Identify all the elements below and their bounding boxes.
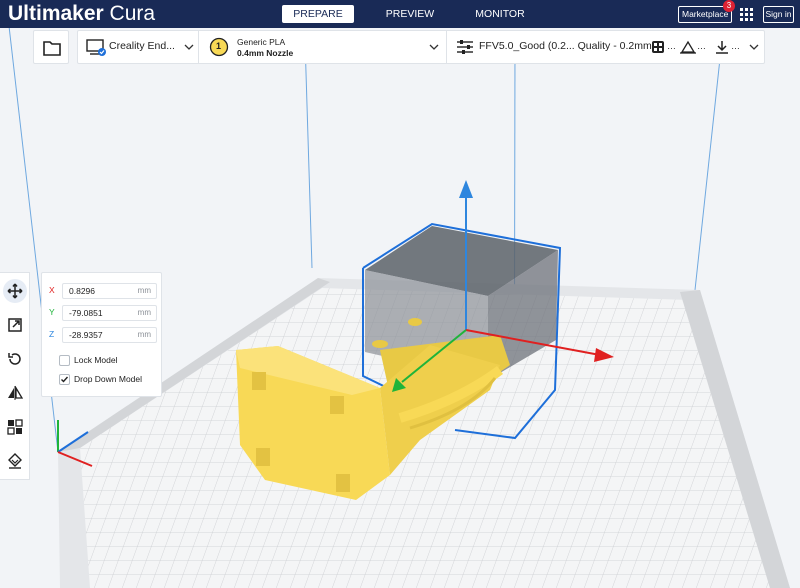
app-logo: Ultimaker Cura: [8, 2, 156, 25]
nozzle-size: 0.4mm Nozzle: [237, 48, 294, 58]
checkmark-icon: [61, 376, 69, 383]
app-header: Ultimaker Cura PREPARE PREVIEW MONITOR M…: [0, 0, 800, 28]
extruder-number: 1: [216, 41, 222, 51]
printer-icon: [86, 39, 106, 56]
mirror-tool-button[interactable]: [3, 381, 27, 405]
chevron-down-icon: [749, 44, 759, 50]
rotate-tool-button[interactable]: [3, 347, 27, 371]
lock-model-label: Lock Model: [74, 355, 118, 365]
download-icon: [716, 41, 728, 54]
adhesion-icon: [680, 40, 696, 54]
support-blocker-icon: [8, 453, 22, 469]
y-value: -79.0851: [69, 308, 103, 318]
apps-grid-icon[interactable]: [740, 8, 753, 21]
printer-selector[interactable]: Creality End...: [78, 31, 199, 63]
move-tool-icon: [7, 283, 23, 299]
move-tool-panel: X 0.8296 mm Y -79.0851 mm Z -28.9357 mm …: [41, 272, 162, 397]
ellipsis-icon: …: [731, 41, 740, 51]
support-blocker-button[interactable]: [3, 449, 27, 473]
y-axis-label: Y: [49, 307, 55, 317]
chevron-down-icon: [184, 44, 194, 50]
folder-icon: [43, 41, 61, 56]
z-value: -28.9357: [69, 330, 103, 340]
z-position-input[interactable]: -28.9357 mm: [62, 327, 157, 343]
profile-name: FFV5.0_Good (0.2... Quality - 0.2mm: [479, 40, 652, 52]
support-icon: [652, 41, 664, 53]
per-model-settings-icon: [7, 419, 23, 435]
lock-model-box: [59, 355, 70, 366]
open-file-button[interactable]: [33, 30, 69, 64]
stage-tabs: PREPARE PREVIEW MONITOR: [282, 5, 530, 23]
printer-name: Creality End...: [109, 40, 175, 52]
scale-tool-button[interactable]: [3, 313, 27, 337]
mirror-tool-icon: [8, 385, 23, 400]
chevron-down-icon: [429, 44, 439, 50]
ellipsis-icon: …: [697, 41, 706, 51]
ellipsis-icon: …: [667, 41, 676, 51]
x-axis-label: X: [49, 285, 55, 295]
tab-monitor[interactable]: MONITOR: [470, 5, 530, 23]
settings-sliders-icon: [457, 40, 473, 54]
per-model-settings-button[interactable]: [3, 415, 27, 439]
z-unit: mm: [137, 330, 151, 339]
machine-selector-bar: Creality End... 1 Generic PLA 0.4mm Nozz…: [77, 30, 765, 64]
tool-bar: [0, 272, 30, 480]
y-unit: mm: [137, 308, 151, 317]
drop-down-model-box: [59, 374, 70, 385]
drop-down-model-label: Drop Down Model: [74, 374, 143, 384]
marketplace-badge: 3: [723, 0, 735, 12]
x-value: 0.8296: [69, 286, 95, 296]
scale-tool-icon: [8, 318, 22, 332]
rotate-tool-icon: [8, 353, 21, 365]
x-unit: mm: [137, 286, 151, 295]
sign-in-button[interactable]: Sign in: [763, 6, 794, 23]
material-name: Generic PLA: [237, 37, 286, 47]
print-settings-selector[interactable]: FFV5.0_Good (0.2... Quality - 0.2mm … … …: [447, 31, 765, 63]
tab-prepare[interactable]: PREPARE: [282, 5, 354, 23]
z-axis-label: Z: [49, 329, 55, 339]
tab-preview[interactable]: PREVIEW: [358, 5, 462, 23]
y-position-input[interactable]: -79.0851 mm: [62, 305, 157, 321]
x-position-input[interactable]: 0.8296 mm: [62, 283, 157, 299]
material-selector[interactable]: 1 Generic PLA 0.4mm Nozzle: [199, 31, 447, 63]
move-tool-button[interactable]: [3, 279, 27, 303]
